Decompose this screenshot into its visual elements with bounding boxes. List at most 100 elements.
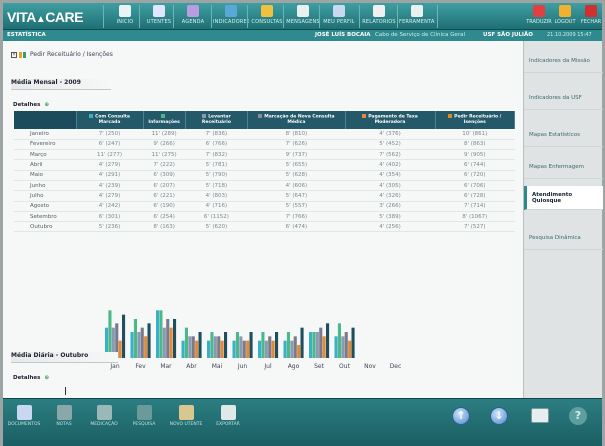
up-arrow-icon[interactable]: ↑: [452, 407, 470, 425]
chart-bar: [261, 332, 265, 358]
table-header-cell: Informações: [143, 111, 186, 129]
value-cell: 7' (714): [435, 201, 515, 212]
toolbar-button-6[interactable]: MEU PERFIL: [321, 4, 357, 29]
section-tab-daily[interactable]: Média Diária - Outubro: [11, 352, 119, 363]
toolbar-button-2[interactable]: AGENDA: [175, 4, 211, 29]
close-icon[interactable]: ×: [11, 51, 17, 58]
value-cell: 6' (728): [435, 190, 515, 202]
month-cell: Abril: [14, 159, 76, 171]
right-panel-item-2[interactable]: Mapas Estatísticos: [524, 123, 603, 147]
x-tick-label: Dec: [390, 363, 402, 370]
datetime: 21.10.2009 15:47: [547, 32, 592, 38]
toolbar-button-5[interactable]: MENSAGENS: [285, 4, 321, 29]
down-arrow-icon[interactable]: ↓: [490, 407, 508, 425]
x-tick-label: Fev: [135, 363, 146, 370]
value-cell: 6' (766): [185, 139, 248, 151]
chart-bar: [195, 340, 199, 358]
value-cell: 4' (606): [247, 180, 346, 192]
table-row: Junho 4' (239) 6' (207) 5' (718) 4' (606) 4' …: [14, 180, 515, 192]
right-panel-item-3[interactable]: Mapas Enfermagem: [524, 155, 603, 179]
logo: VITA▲CARE: [7, 9, 83, 25]
bottom-button-2[interactable]: MEDICAÇÃO: [87, 403, 121, 441]
table-header-cell: Marcação de Nova Consulta Médica: [247, 111, 346, 129]
chart-bar: [249, 332, 253, 358]
toolbar-icon: [297, 5, 309, 17]
x-tick-label: Jan: [109, 363, 119, 370]
value-cell: 4' (326): [345, 190, 435, 202]
right-panel-item-5[interactable]: Pesquisa Dinâmica: [524, 226, 603, 250]
value-cell: 4' (279): [76, 159, 144, 171]
toolbar-button-1[interactable]: UTENTES: [141, 4, 177, 29]
value-cell: 7' (766): [247, 211, 346, 223]
table-row: Setembro 6' (301) 6' (254) 6' (1152) 7' (766…: [14, 211, 515, 223]
table-row: Maio 4' (291) 6' (309) 5' (790) 5' (628) 4' (…: [14, 170, 515, 181]
value-cell: 6' (720): [435, 170, 515, 181]
bottom-button-5[interactable]: EXPORTAR: [211, 403, 245, 441]
right-panel-item-0[interactable]: Indicadores da Missão: [524, 49, 603, 73]
month-cell: Agosto: [14, 201, 76, 212]
toolbar-button-4[interactable]: CONSULTAS: [249, 4, 285, 29]
chart-bar: [156, 310, 160, 358]
chart-bar: [140, 327, 144, 358]
right-panel-item-1[interactable]: Indicadores da USF: [524, 86, 603, 110]
bottom-button-1[interactable]: NOTAS: [47, 403, 81, 441]
text-cursor: [65, 387, 66, 395]
table-row: Janeiro 7' (250) 11' (289) 7' (836) 8' (810)…: [14, 129, 515, 140]
top-toolbar: VITA▲CARE INÍCIO UTENTES AGENDA INDICADORES…: [3, 3, 602, 30]
chart-bar: [348, 340, 352, 358]
value-cell: 5' (628): [247, 170, 346, 181]
chart-bar: [169, 327, 173, 358]
chart-bar: [137, 332, 141, 358]
printer-icon[interactable]: [531, 408, 549, 423]
toolbar-icon: [533, 5, 545, 17]
bottom-icon: [56, 405, 72, 420]
monthly-table: Com Consulta Marcada Informações Levantar …: [14, 111, 515, 233]
table-row: Abril 4' (279) 7' (222) 5' (781) 5' (655) 4' …: [14, 159, 515, 171]
toolbar-separator: [103, 5, 104, 28]
value-cell: 9' (266): [143, 139, 186, 151]
value-cell: 4' (279): [76, 190, 144, 202]
value-cell: 5' (389): [345, 211, 435, 223]
chart-bar: [181, 340, 185, 358]
chart-bar: [130, 332, 134, 358]
chart-bar: [322, 336, 326, 358]
value-cell: 11' (275): [143, 149, 186, 161]
value-cell: 5' (236): [76, 221, 144, 233]
chart-bar: [334, 336, 338, 358]
toolbar-right-button-2[interactable]: FECHAR: [578, 4, 604, 29]
help-icon[interactable]: ?: [569, 407, 587, 425]
right-panel-item-4[interactable]: Atendimento Quiosque: [524, 186, 603, 210]
value-cell: 4' (242): [76, 201, 144, 212]
bottom-button-3[interactable]: PESQUISA: [127, 403, 161, 441]
bottom-icon: [96, 405, 112, 420]
month-cell: Julho: [14, 190, 76, 202]
details-toggle-daily[interactable]: Detalhes ⊕: [13, 375, 49, 381]
value-cell: 4' (376): [345, 129, 435, 140]
toolbar-button-8[interactable]: FERRAMENTAS: [399, 4, 435, 29]
section-tab-monthly[interactable]: Média Mensal - 2009: [11, 79, 111, 90]
bar-chart-icon: [19, 51, 22, 58]
value-cell: 6' (706): [435, 180, 515, 192]
toolbar-right-button-1[interactable]: LOGOUT: [552, 4, 578, 29]
toolbar-button-7[interactable]: RELATÓRIOS: [361, 4, 397, 29]
chart-bar: [108, 310, 112, 358]
toolbar-right-button-0[interactable]: TRADUZIR: [526, 4, 552, 29]
toolbar-separator: [139, 5, 140, 28]
chart-bar: [213, 336, 217, 358]
breadcrumb: × Pedir Receituário / Isenções: [11, 51, 113, 58]
value-cell: 5' (781): [185, 159, 248, 171]
legend-swatch: [161, 114, 166, 119]
bottom-button-4[interactable]: NOVO UTENTE: [169, 403, 203, 441]
value-cell: 8' (810): [247, 129, 346, 140]
toolbar-button-0[interactable]: INÍCIO: [107, 4, 143, 29]
value-cell: 9' (905): [435, 149, 515, 161]
value-cell: 6' (207): [143, 180, 186, 192]
chart-bar: [198, 332, 202, 358]
bottom-button-0[interactable]: DOCUMENTOS: [7, 403, 41, 441]
toolbar-button-3[interactable]: INDICADORES: [213, 4, 249, 29]
value-cell: 7' (562): [345, 149, 435, 161]
toolbar-separator: [283, 5, 284, 28]
details-toggle[interactable]: Detalhes ⊕: [13, 102, 49, 108]
toolbar-icon: [153, 5, 165, 17]
x-tick-label: Abr: [186, 363, 197, 370]
